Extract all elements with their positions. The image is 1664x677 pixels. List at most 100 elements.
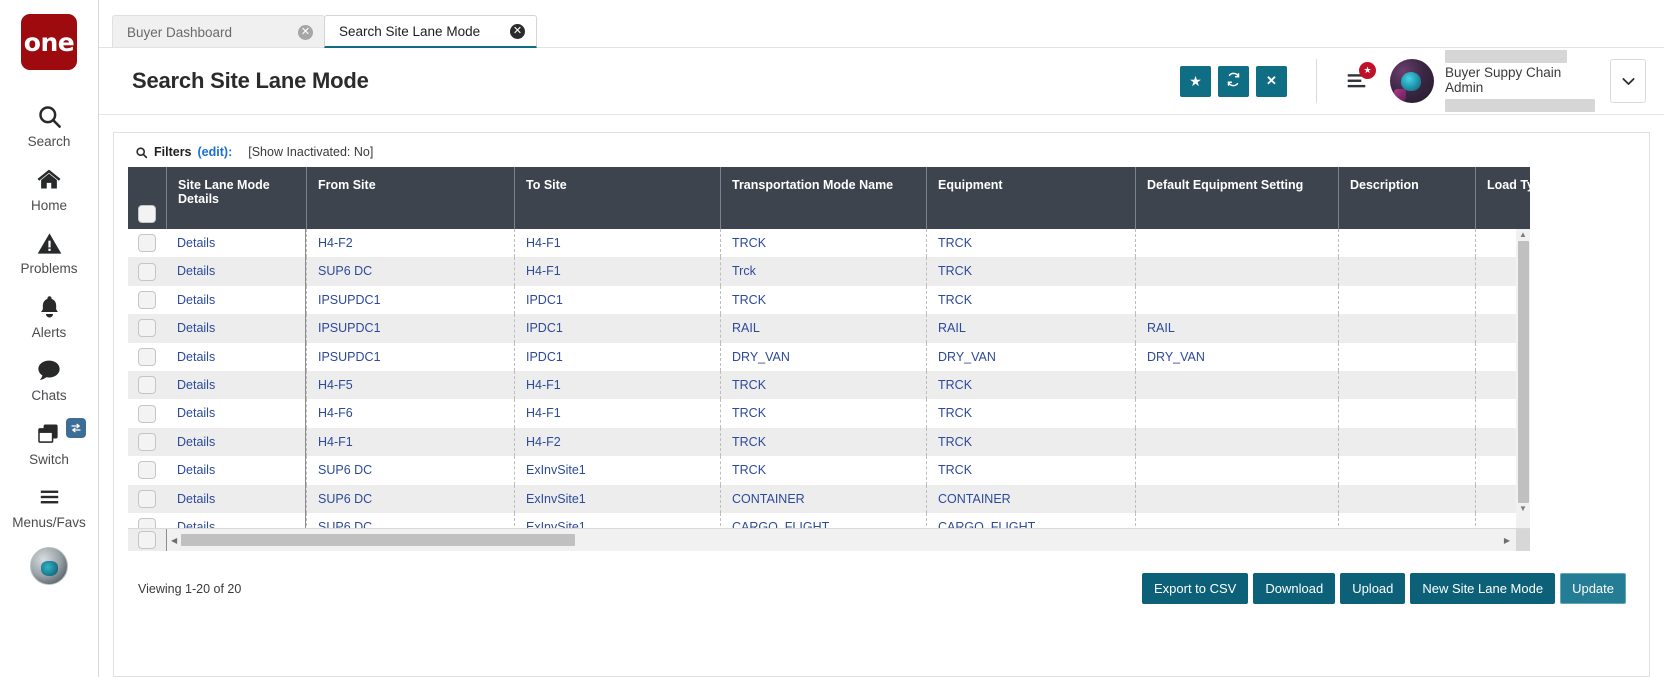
cell-description (1338, 229, 1475, 257)
close-icon[interactable]: ✕ (510, 24, 525, 39)
column-header-to-site[interactable]: To Site (514, 167, 720, 229)
sidebar-item-chats[interactable]: Chats (0, 346, 98, 410)
column-header-default-equipment-setting[interactable]: Default Equipment Setting (1135, 167, 1338, 229)
table-row[interactable]: DetailsSUP6 DCExInvSite1CONTAINERCONTAIN… (128, 485, 1530, 513)
cell-to-site: IPDC1 (514, 314, 720, 342)
favorite-button[interactable]: ★ (1180, 66, 1211, 97)
table-row[interactable]: DetailsH4-F2H4-F1TRCKTRCK (128, 229, 1530, 257)
row-checkbox[interactable] (138, 348, 156, 366)
horizontal-scroll-thumb[interactable] (181, 534, 575, 546)
sidebar-item-home[interactable]: Home (0, 156, 98, 220)
cell-to-site: IPDC1 (514, 343, 720, 371)
row-checkbox[interactable] (138, 234, 156, 252)
scroll-down-icon[interactable]: ▼ (1519, 503, 1527, 515)
row-checkbox[interactable] (138, 461, 156, 479)
table-row[interactable]: DetailsH4-F1H4-F2TRCKTRCK (128, 428, 1530, 456)
cell-to-site: ExInvSite1 (514, 513, 720, 529)
table-row[interactable]: DetailsIPSUPDC1IPDC1RAILRAILRAIL (128, 314, 1530, 342)
grid-vertical-scrollbar[interactable]: ▲ ▼ (1516, 229, 1530, 529)
row-checkbox[interactable] (138, 319, 156, 337)
cell-equipment: CARGO_FLIGHT (926, 513, 1135, 529)
one-network-logo[interactable]: one (21, 14, 77, 70)
row-checkbox[interactable] (138, 405, 156, 423)
scroll-right-icon[interactable]: ▶ (1500, 536, 1514, 545)
row-checkbox[interactable] (138, 531, 156, 549)
table-row[interactable]: DetailsSUP6 DCExInvSite1CARGO_FLIGHTCARG… (128, 513, 1530, 529)
redacted-user-line (1445, 50, 1567, 63)
table-row[interactable]: DetailsSUP6 DCH4-F1TrckTRCK (128, 257, 1530, 285)
column-header-equipment[interactable]: Equipment (926, 167, 1135, 229)
details-link[interactable]: Details (177, 492, 215, 506)
new-site-lane-mode-button[interactable]: New Site Lane Mode (1410, 573, 1555, 604)
cell-default-equipment-setting: RAIL (1135, 314, 1338, 342)
scroll-row-checkbox-cell (128, 531, 166, 549)
details-link[interactable]: Details (177, 406, 215, 420)
column-header-site-lane-mode-details[interactable]: Site Lane Mode Details (166, 167, 306, 229)
sidebar-item-problems[interactable]: Problems (0, 219, 98, 283)
details-cell: Details (166, 399, 306, 427)
details-link[interactable]: Details (177, 463, 215, 477)
row-checkbox[interactable] (138, 490, 156, 508)
vertical-scroll-thumb[interactable] (1518, 241, 1529, 503)
column-header-description[interactable]: Description (1338, 167, 1475, 229)
grid-horizontal-scrollbar[interactable]: ◀ ▶ (166, 529, 1530, 551)
close-icon[interactable]: ✕ (298, 25, 313, 40)
scroll-up-icon[interactable]: ▲ (1519, 229, 1527, 241)
row-checkbox-cell (128, 257, 166, 285)
update-button[interactable]: Update (1560, 573, 1626, 604)
row-checkbox[interactable] (138, 376, 156, 394)
details-link[interactable]: Details (177, 350, 215, 364)
refresh-button[interactable] (1218, 66, 1249, 97)
row-checkbox[interactable] (138, 518, 156, 529)
home-icon (35, 165, 63, 195)
rail-user-avatar[interactable] (30, 547, 68, 585)
filters-edit-link[interactable]: (edit): (198, 145, 233, 159)
row-checkbox[interactable] (138, 433, 156, 451)
user-avatar[interactable] (1390, 59, 1434, 103)
sidebar-item-switch[interactable]: Switch (0, 410, 98, 474)
hamburger-menu-icon[interactable]: ★ (1339, 66, 1373, 96)
details-link[interactable]: Details (177, 520, 215, 529)
user-info: Buyer Suppy Chain Admin (1445, 50, 1595, 112)
details-link[interactable]: Details (177, 293, 215, 307)
cell-transportation-mode-name: Trck (720, 257, 926, 285)
column-header-transportation-mode-name[interactable]: Transportation Mode Name (720, 167, 926, 229)
details-link[interactable]: Details (177, 378, 215, 392)
switch-badge-icon[interactable] (66, 418, 86, 438)
cell-to-site: ExInvSite1 (514, 485, 720, 513)
cell-equipment: TRCK (926, 456, 1135, 484)
table-row[interactable]: DetailsSUP6 DCExInvSite1TRCKTRCK (128, 456, 1530, 484)
user-menu-dropdown-button[interactable] (1610, 59, 1646, 103)
details-link[interactable]: Details (177, 264, 215, 278)
page-header: Search Site Lane Mode ★ ✕ (99, 48, 1664, 115)
scroll-left-icon[interactable]: ◀ (167, 536, 181, 545)
tab-search-site-lane-mode[interactable]: Search Site Lane Mode ✕ (324, 15, 537, 48)
sidebar-item-search[interactable]: Search (0, 92, 98, 156)
table-row[interactable]: DetailsIPSUPDC1IPDC1TRCKTRCK (128, 286, 1530, 314)
cell-from-site: IPSUPDC1 (306, 314, 514, 342)
close-page-button[interactable]: ✕ (1256, 66, 1287, 97)
table-row[interactable]: DetailsH4-F5H4-F1TRCKTRCK (128, 371, 1530, 399)
select-all-checkbox[interactable] (138, 205, 156, 223)
export-to-csv-button[interactable]: Export to CSV (1142, 573, 1248, 604)
row-checkbox-cell (128, 456, 166, 484)
row-checkbox-cell (128, 343, 166, 371)
cell-equipment: TRCK (926, 428, 1135, 456)
switch-icon (35, 419, 63, 449)
cell-from-site: SUP6 DC (306, 513, 514, 529)
table-row[interactable]: DetailsH4-F6H4-F1TRCKTRCK (128, 399, 1530, 427)
column-header-from-site[interactable]: From Site (306, 167, 514, 229)
results-card: Filters (edit): [Show Inactivated: No] S… (113, 132, 1650, 677)
upload-button[interactable]: Upload (1340, 573, 1405, 604)
row-checkbox[interactable] (138, 263, 156, 281)
column-header-load-type[interactable]: Load Ty (1475, 167, 1530, 229)
row-checkbox[interactable] (138, 291, 156, 309)
table-row[interactable]: DetailsIPSUPDC1IPDC1DRY_VANDRY_VANDRY_VA… (128, 343, 1530, 371)
tab-buyer-dashboard[interactable]: Buyer Dashboard ✕ (112, 15, 325, 48)
sidebar-item-alerts[interactable]: Alerts (0, 283, 98, 347)
details-link[interactable]: Details (177, 321, 215, 335)
download-button[interactable]: Download (1253, 573, 1335, 604)
details-link[interactable]: Details (177, 236, 215, 250)
sidebar-item-menus-favs[interactable]: Menus/Favs (0, 473, 98, 537)
details-link[interactable]: Details (177, 435, 215, 449)
